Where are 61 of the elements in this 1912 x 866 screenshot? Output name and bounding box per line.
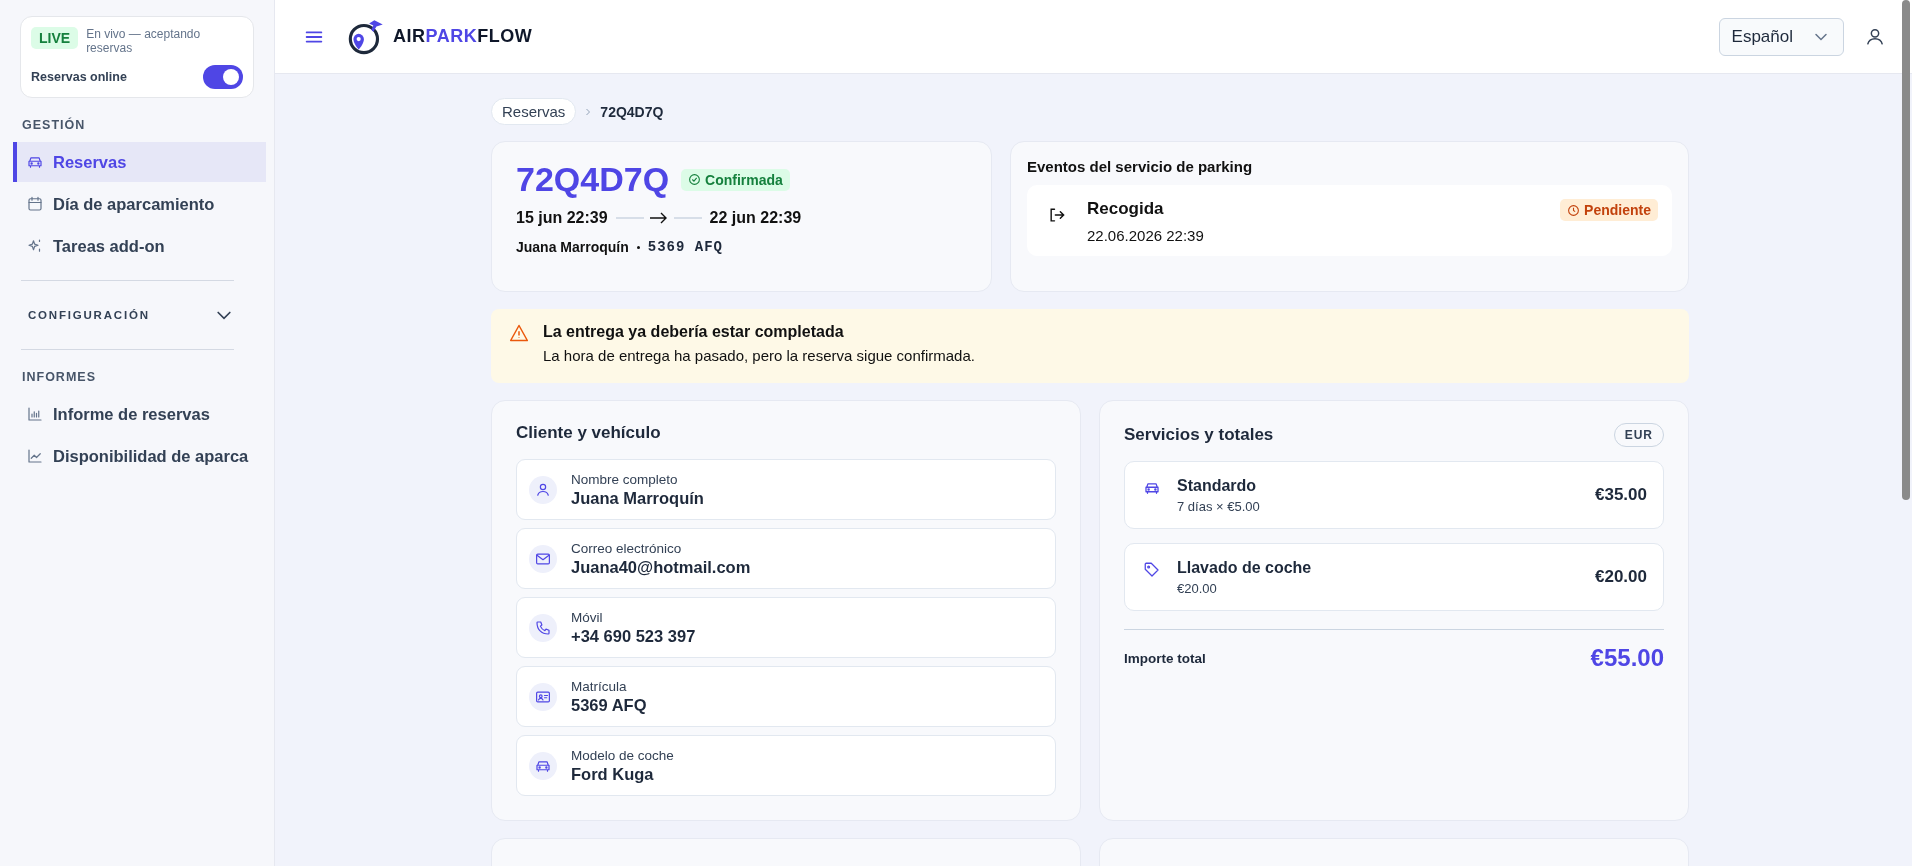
scrollbar[interactable] bbox=[1902, 0, 1910, 500]
service-price: €20.00 bbox=[1595, 567, 1647, 587]
field-label: Móvil bbox=[571, 609, 604, 625]
live-badge: LIVE bbox=[31, 27, 79, 49]
total-label: Importe total bbox=[1124, 650, 1206, 666]
customer-name: Juana Marroquín bbox=[516, 239, 629, 255]
car-icon bbox=[529, 751, 557, 780]
card-title: Eventos del servicio de parking bbox=[1027, 158, 1254, 175]
field-label: Correo electrónico bbox=[571, 540, 683, 556]
service-detail: 7 días × €5.00 bbox=[1177, 498, 1261, 514]
calendar-icon bbox=[26, 195, 44, 213]
idcard-icon bbox=[529, 682, 557, 711]
warning-icon bbox=[509, 323, 529, 343]
user-icon bbox=[529, 475, 557, 504]
service-price: €35.00 bbox=[1595, 485, 1647, 505]
mail-icon bbox=[529, 544, 557, 573]
trend-icon bbox=[26, 447, 44, 465]
section-heading: GESTIÓN bbox=[22, 118, 87, 132]
section-toggle[interactable]: CONFIGURACIÓN bbox=[28, 305, 234, 325]
breadcrumb-link[interactable]: Reservas bbox=[491, 98, 577, 125]
field-value: 5369 AFQ bbox=[571, 695, 647, 715]
card-title: Servicios y totales bbox=[1124, 425, 1274, 445]
status-badge: Confirmada bbox=[681, 168, 790, 191]
alert-message: La hora de entrega ha pasado, pero la reserva sigue confirmada. bbox=[543, 347, 975, 364]
field-value: Ford Kuga bbox=[571, 764, 655, 784]
field-value: Juana Marroquín bbox=[571, 488, 704, 508]
breadcrumb-current: 72Q4D7Q bbox=[600, 103, 664, 120]
field-label: Nombre completo bbox=[571, 471, 679, 487]
phone-icon bbox=[529, 613, 557, 642]
field-value: Juana40@hotmail.com bbox=[571, 557, 751, 577]
status-badge: Pendiente bbox=[1560, 199, 1658, 221]
nav-item[interactable]: Día de aparcamiento bbox=[13, 184, 266, 224]
nav-item[interactable]: Informe de reservas bbox=[13, 394, 266, 434]
tag-icon bbox=[1143, 561, 1161, 579]
total-amount: €55.00 bbox=[1590, 644, 1664, 672]
logo-wordmark: AIRPARKFLOW bbox=[393, 26, 533, 47]
nav-item[interactable]: Tareas add-on bbox=[13, 226, 266, 266]
nav-item[interactable]: Reservas bbox=[13, 142, 266, 182]
field-label: Modelo de coche bbox=[571, 747, 674, 763]
event-datetime: 22.06.2026 22:39 bbox=[1087, 227, 1205, 244]
end-date: 22 jun 22:39 bbox=[709, 209, 802, 227]
section-heading: INFORMES bbox=[22, 370, 97, 384]
booking-code: 72Q4D7Q bbox=[516, 160, 670, 199]
start-date: 15 jun 22:39 bbox=[516, 209, 608, 227]
nav-item[interactable]: Disponibilidad de aparca bbox=[13, 436, 266, 476]
language-select[interactable]: Español bbox=[1718, 17, 1844, 56]
service-detail: €20.00 bbox=[1177, 580, 1218, 596]
online-toggle[interactable] bbox=[203, 65, 243, 89]
event-name: Recogida bbox=[1087, 199, 1165, 219]
toggle-label: Reservas online bbox=[31, 70, 127, 84]
license-plate: 5369 AFQ bbox=[647, 239, 723, 255]
field-value: +34 690 523 397 bbox=[571, 626, 696, 646]
live-status-text: En vivo — aceptando reservas bbox=[86, 27, 202, 55]
arrow-icon bbox=[613, 210, 704, 226]
exit-icon bbox=[1047, 205, 1067, 225]
alert-title: La entrega ya debería estar completada bbox=[543, 323, 845, 341]
bars-icon bbox=[26, 405, 44, 423]
service-name: Standardo bbox=[1177, 476, 1258, 495]
field-label: Matrícula bbox=[571, 678, 628, 694]
card-title: Cliente y vehículo bbox=[516, 423, 662, 443]
service-name: Llavado de coche bbox=[1177, 558, 1313, 577]
